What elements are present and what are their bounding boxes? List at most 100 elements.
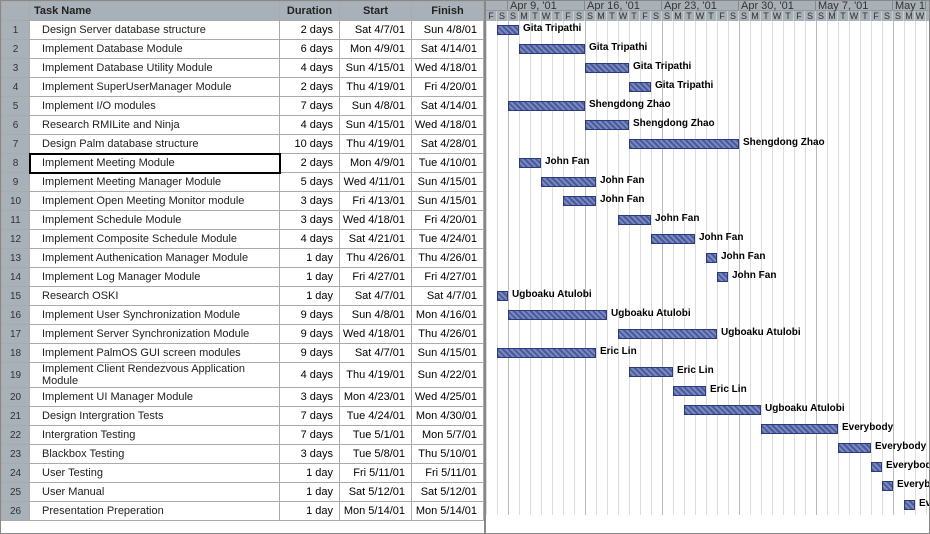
table-row[interactable]: 7Design Palm database structure10 daysTh… (2, 135, 484, 154)
duration-cell[interactable]: 1 day (280, 249, 340, 268)
duration-cell[interactable]: 4 days (280, 363, 340, 388)
duration-cell[interactable]: 5 days (280, 173, 340, 192)
row-number[interactable]: 11 (2, 211, 30, 230)
row-number[interactable]: 4 (2, 78, 30, 97)
gantt-bar[interactable] (629, 82, 651, 92)
start-cell[interactable]: Sun 4/15/01 (340, 59, 412, 78)
start-cell[interactable]: Wed 4/18/01 (340, 325, 412, 344)
duration-cell[interactable]: 2 days (280, 21, 340, 40)
duration-cell[interactable]: 4 days (280, 59, 340, 78)
duration-cell[interactable]: 1 day (280, 502, 340, 521)
task-name-cell[interactable]: Implement Meeting Module (30, 154, 280, 173)
table-row[interactable]: 1Design Server database structure2 daysS… (2, 21, 484, 40)
table-row[interactable]: 12Implement Composite Schedule Module4 d… (2, 230, 484, 249)
finish-cell[interactable]: Sun 4/8/01 (412, 21, 484, 40)
finish-cell[interactable]: Thu 4/26/01 (412, 249, 484, 268)
table-row[interactable]: 19Implement Client Rendezvous Applicatio… (2, 363, 484, 388)
table-row[interactable]: 15Research OSKI1 daySat 4/7/01Sat 4/7/01 (2, 287, 484, 306)
finish-cell[interactable]: Fri 5/11/01 (412, 464, 484, 483)
start-cell[interactable]: Tue 5/1/01 (340, 426, 412, 445)
duration-cell[interactable]: 3 days (280, 192, 340, 211)
finish-cell[interactable]: Sun 4/15/01 (412, 192, 484, 211)
gantt-bar[interactable] (761, 424, 838, 434)
start-cell[interactable]: Wed 4/18/01 (340, 211, 412, 230)
gantt-bar[interactable] (563, 196, 596, 206)
duration-cell[interactable]: 3 days (280, 211, 340, 230)
duration-cell[interactable]: 1 day (280, 268, 340, 287)
table-row[interactable]: 24User Testing1 dayFri 5/11/01Fri 5/11/0… (2, 464, 484, 483)
table-row[interactable]: 13Implement Authenication Manager Module… (2, 249, 484, 268)
duration-cell[interactable]: 9 days (280, 344, 340, 363)
duration-cell[interactable]: 1 day (280, 287, 340, 306)
start-cell[interactable]: Fri 4/13/01 (340, 192, 412, 211)
finish-cell[interactable]: Thu 4/26/01 (412, 325, 484, 344)
row-number[interactable]: 1 (2, 21, 30, 40)
row-number[interactable]: 18 (2, 344, 30, 363)
row-number[interactable]: 9 (2, 173, 30, 192)
task-name-cell[interactable]: Implement Database Module (30, 40, 280, 59)
row-number[interactable]: 21 (2, 407, 30, 426)
finish-cell[interactable]: Sun 4/15/01 (412, 344, 484, 363)
row-number[interactable]: 22 (2, 426, 30, 445)
table-row[interactable]: 17Implement Server Synchronization Modul… (2, 325, 484, 344)
duration-cell[interactable]: 7 days (280, 426, 340, 445)
gantt-bar[interactable] (629, 139, 739, 149)
table-row[interactable]: 10Implement Open Meeting Monitor module3… (2, 192, 484, 211)
row-number[interactable]: 3 (2, 59, 30, 78)
table-row[interactable]: 16Implement User Synchronization Module9… (2, 306, 484, 325)
finish-cell[interactable]: Mon 5/14/01 (412, 502, 484, 521)
start-cell[interactable]: Sun 4/15/01 (340, 116, 412, 135)
task-name-cell[interactable]: Research OSKI (30, 287, 280, 306)
table-row[interactable]: 20Implement UI Manager Module3 daysMon 4… (2, 388, 484, 407)
table-row[interactable]: 14Implement Log Manager Module1 dayFri 4… (2, 268, 484, 287)
row-number[interactable]: 8 (2, 154, 30, 173)
task-table[interactable]: Task Name Duration Start Finish 1Design … (1, 1, 484, 521)
gantt-bar[interactable] (629, 367, 673, 377)
task-name-cell[interactable]: Implement PalmOS GUI screen modules (30, 344, 280, 363)
row-number[interactable]: 2 (2, 40, 30, 59)
gantt-bar[interactable] (519, 44, 585, 54)
task-name-cell[interactable]: Implement I/O modules (30, 97, 280, 116)
finish-cell[interactable]: Mon 4/30/01 (412, 407, 484, 426)
gantt-bar[interactable] (541, 177, 596, 187)
finish-cell[interactable]: Tue 4/10/01 (412, 154, 484, 173)
row-number[interactable]: 13 (2, 249, 30, 268)
table-row[interactable]: 23Blackbox Testing3 daysTue 5/8/01Thu 5/… (2, 445, 484, 464)
gantt-bar[interactable] (838, 443, 871, 453)
duration-cell[interactable]: 2 days (280, 78, 340, 97)
row-number[interactable]: 7 (2, 135, 30, 154)
gantt-bar[interactable] (585, 120, 629, 130)
duration-cell[interactable]: 7 days (280, 97, 340, 116)
gantt-bar[interactable] (497, 291, 508, 301)
finish-cell[interactable]: Wed 4/18/01 (412, 59, 484, 78)
task-name-cell[interactable]: Blackbox Testing (30, 445, 280, 464)
finish-cell[interactable]: Sat 4/14/01 (412, 40, 484, 59)
table-row[interactable]: 8Implement Meeting Module2 daysMon 4/9/0… (2, 154, 484, 173)
table-row[interactable]: 25User Manual1 daySat 5/12/01Sat 5/12/01 (2, 483, 484, 502)
duration-cell[interactable]: 4 days (280, 116, 340, 135)
row-number[interactable]: 5 (2, 97, 30, 116)
col-start[interactable]: Start (340, 2, 412, 21)
duration-cell[interactable]: 6 days (280, 40, 340, 59)
task-name-cell[interactable]: Implement Server Synchronization Module (30, 325, 280, 344)
gantt-bar[interactable] (717, 272, 728, 282)
gantt-bar[interactable] (585, 63, 629, 73)
task-name-cell[interactable]: Implement Log Manager Module (30, 268, 280, 287)
start-cell[interactable]: Fri 4/27/01 (340, 268, 412, 287)
row-number[interactable]: 26 (2, 502, 30, 521)
start-cell[interactable]: Mon 5/14/01 (340, 502, 412, 521)
finish-cell[interactable]: Thu 5/10/01 (412, 445, 484, 464)
task-name-cell[interactable]: Implement Schedule Module (30, 211, 280, 230)
row-number[interactable]: 15 (2, 287, 30, 306)
start-cell[interactable]: Mon 4/23/01 (340, 388, 412, 407)
finish-cell[interactable]: Tue 4/24/01 (412, 230, 484, 249)
table-row[interactable]: 26Presentation Preperation1 dayMon 5/14/… (2, 502, 484, 521)
finish-cell[interactable]: Mon 4/16/01 (412, 306, 484, 325)
row-number[interactable]: 23 (2, 445, 30, 464)
task-name-cell[interactable]: Implement Client Rendezvous Application … (30, 363, 280, 388)
finish-cell[interactable]: Sat 4/7/01 (412, 287, 484, 306)
start-cell[interactable]: Thu 4/26/01 (340, 249, 412, 268)
table-row[interactable]: 4Implement SuperUserManager Module2 days… (2, 78, 484, 97)
table-row[interactable]: 22Intergration Testing7 daysTue 5/1/01Mo… (2, 426, 484, 445)
task-name-cell[interactable]: Presentation Preperation (30, 502, 280, 521)
